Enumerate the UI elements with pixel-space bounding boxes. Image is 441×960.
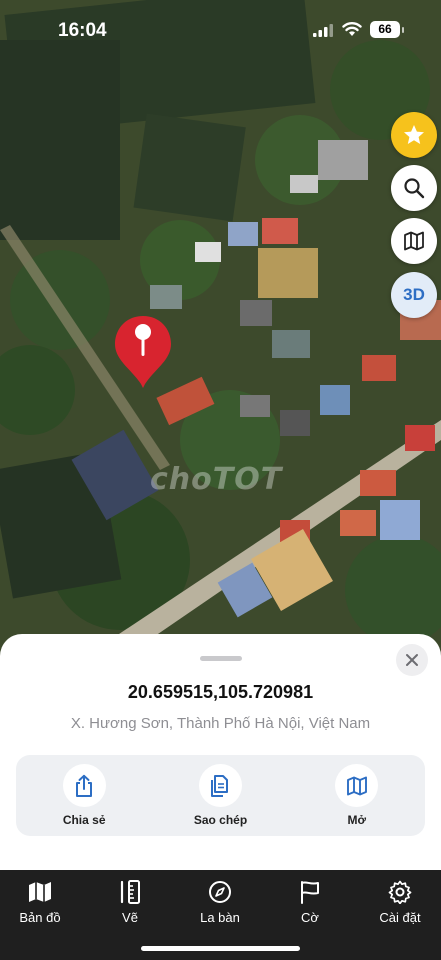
ruler-icon [120, 880, 140, 904]
search-icon [404, 178, 425, 199]
tab-compass[interactable]: La bàn [180, 880, 260, 925]
search-button[interactable] [391, 165, 437, 211]
map-icon [404, 231, 424, 251]
tab-map-label: Bản đồ [19, 910, 61, 925]
tab-compass-label: La bàn [200, 910, 240, 925]
satellite-map[interactable]: choTOT [0, 0, 441, 700]
home-indicator[interactable] [141, 946, 300, 951]
3d-toggle-button[interactable]: 3D [391, 272, 437, 318]
star-icon [404, 125, 424, 144]
tab-bar: Bản đồ Vẽ La bàn Cờ Cài đặt [0, 870, 441, 960]
address-text: X. Hương Sơn, Thành Phố Hà Nội, Việt Nam [70, 715, 371, 732]
compass-icon [209, 881, 231, 903]
location-sheet: 20.659515,105.720981 X. Hương Sơn, Thành… [0, 634, 441, 870]
wifi-icon [342, 22, 362, 36]
status-time: 16:04 [58, 20, 107, 41]
map-type-button[interactable] [391, 218, 437, 264]
tab-map[interactable]: Bản đồ [0, 880, 80, 925]
copy-icon [211, 774, 229, 797]
close-button[interactable] [396, 644, 428, 676]
cellular-signal-icon [313, 24, 333, 37]
copy-button[interactable]: Sao chép [152, 755, 288, 836]
tab-draw-label: Vẽ [122, 910, 138, 925]
favorites-button[interactable] [391, 112, 437, 158]
share-label: Chia sẻ [62, 813, 106, 827]
tab-flag[interactable]: Cờ [270, 880, 350, 925]
battery-level: 66 [370, 21, 400, 38]
tab-settings[interactable]: Cài đặt [360, 880, 440, 925]
gear-icon [388, 880, 412, 904]
map-icon [346, 776, 367, 795]
map-icon [29, 882, 51, 902]
battery-icon [402, 27, 404, 33]
share-button[interactable]: Chia sẻ [16, 755, 152, 836]
action-group: Chia sẻ Sao chép Mở [16, 755, 425, 836]
satellite-imagery [0, 0, 441, 700]
copy-label: Sao chép [193, 813, 248, 827]
flag-icon [301, 881, 319, 904]
open-button[interactable]: Mở [289, 755, 425, 836]
tab-flag-label: Cờ [301, 910, 319, 925]
watermark-logo: choTOT [150, 462, 283, 497]
share-icon [76, 774, 93, 797]
sheet-grabber[interactable] [200, 656, 242, 661]
close-icon [406, 654, 418, 666]
tab-settings-label: Cài đặt [379, 910, 421, 925]
status-bar: 16:04 66 [0, 0, 441, 60]
tab-draw[interactable]: Vẽ [90, 880, 170, 925]
coordinates-text: 20.659515,105.720981 [127, 682, 314, 702]
open-label: Mở [347, 813, 367, 827]
